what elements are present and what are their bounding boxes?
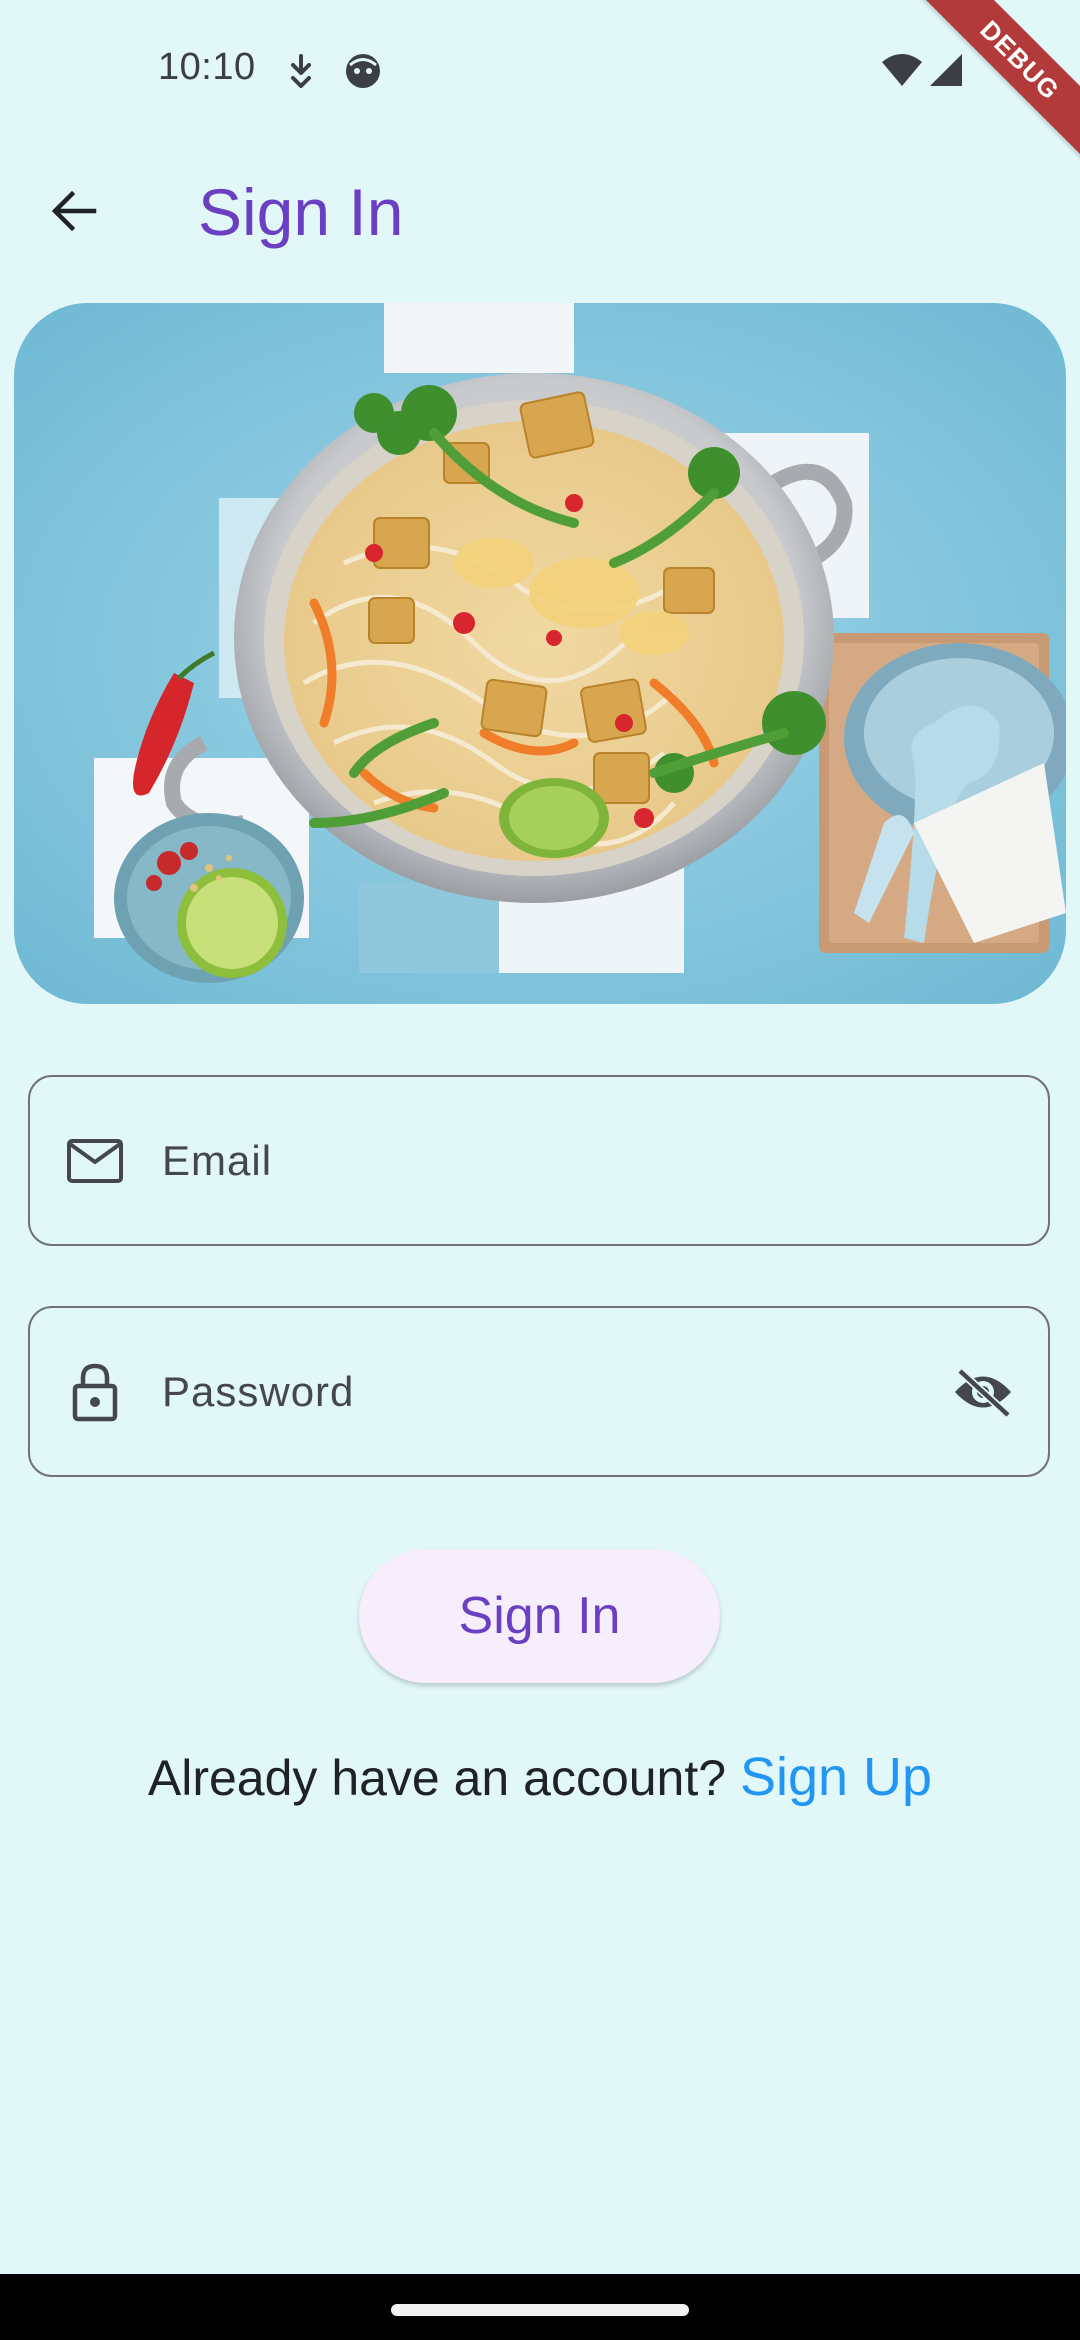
app-bar: Sign In: [0, 150, 1080, 276]
sign-up-link[interactable]: Sign Up: [740, 1747, 932, 1807]
password-placeholder: Password: [162, 1367, 355, 1415]
signup-prompt-text: Already have an account?: [147, 1750, 740, 1806]
arrow-back-icon: [48, 185, 100, 242]
download-notification-icon: [286, 54, 316, 93]
hero-image: [14, 303, 1066, 1004]
system-nav-bar: [0, 2274, 1080, 2340]
back-button[interactable]: [36, 175, 112, 251]
signup-prompt-row: Already have an account? Sign Up: [0, 1746, 1080, 1808]
status-bar: 10:10: [0, 0, 1080, 140]
password-field[interactable]: Password: [28, 1306, 1050, 1477]
food-bowl-image: [14, 303, 1066, 1004]
sign-in-button[interactable]: Sign In: [359, 1549, 720, 1683]
home-gesture-handle[interactable]: [391, 2304, 689, 2316]
status-time: 10:10: [158, 46, 256, 88]
lock-icon: [64, 1361, 126, 1423]
email-placeholder: Email: [162, 1136, 273, 1184]
page-title: Sign In: [198, 175, 404, 249]
face-notification-icon: [344, 52, 382, 95]
email-field[interactable]: Email: [28, 1075, 1050, 1246]
cell-signal-icon: [928, 52, 964, 93]
wifi-icon: [880, 52, 924, 93]
visibility-off-icon[interactable]: [948, 1357, 1018, 1427]
mail-icon: [64, 1130, 126, 1192]
